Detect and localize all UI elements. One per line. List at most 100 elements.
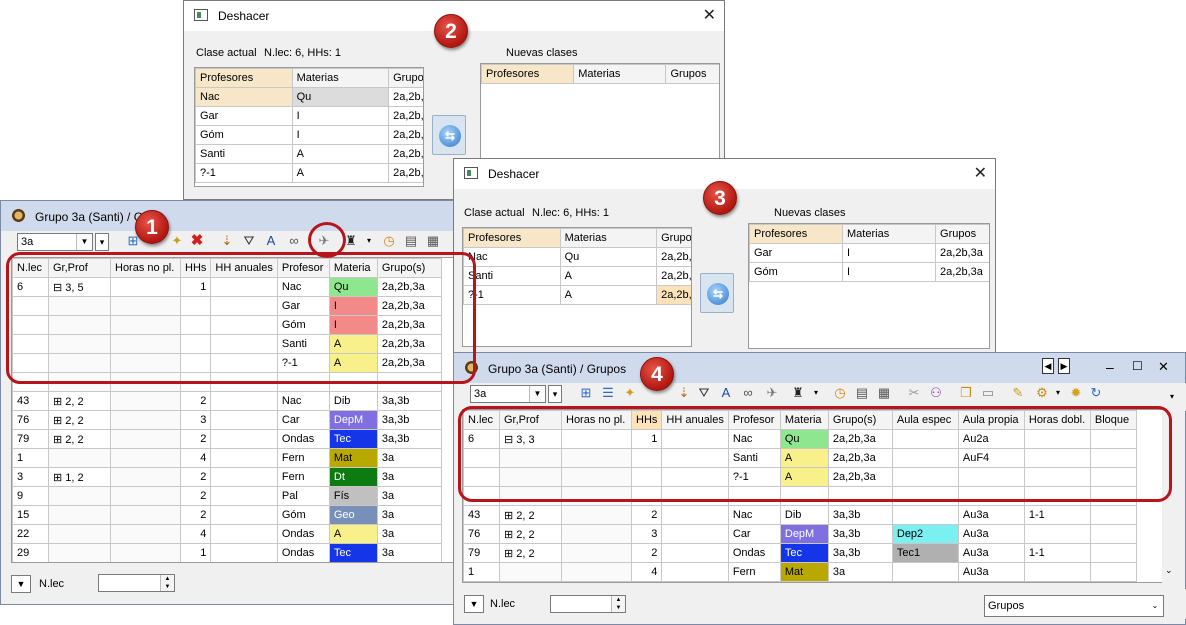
gear-icon[interactable]: ✹ xyxy=(1068,385,1084,401)
class-combo[interactable]: 3a ▼ xyxy=(17,233,93,251)
table-row[interactable]: GómI2a,2b,3 xyxy=(195,125,423,145)
chevron-down-icon[interactable]: ▼ xyxy=(529,386,545,402)
settings-icon[interactable]: ⚙ xyxy=(1034,385,1050,401)
link-icon[interactable]: ∞ xyxy=(286,233,302,249)
spinner-icon[interactable]: ▲ ▼ xyxy=(160,575,174,591)
split-rocket-icon[interactable]: ✈ xyxy=(764,385,780,401)
table-row[interactable]: 43 ⊞ 2, 2 2 Nac Dib 3a,3b Au3a 1-1 xyxy=(463,505,1137,525)
chevron-down-icon[interactable]: ⌄ xyxy=(1147,596,1163,616)
table-row[interactable]: 79 ⊞ 2, 2 2 Ondas Tec 3a,3b xyxy=(12,429,442,449)
sort-dropdown[interactable]: ▼ xyxy=(464,595,484,613)
maximize-icon[interactable]: ☐ xyxy=(1132,359,1143,373)
new-lesson-icon[interactable]: ⊞ xyxy=(578,385,594,401)
table-row[interactable]: NacQu2a,2b,3 xyxy=(463,247,691,267)
copy-icon[interactable]: ❐ xyxy=(958,385,974,401)
column-header[interactable]: Profesores xyxy=(195,68,293,88)
new-classes-grid[interactable]: Profesores Materias Grupos xyxy=(480,63,720,159)
refresh-icon[interactable]: ↻ xyxy=(1088,385,1104,401)
filter-dropdown[interactable]: ▾ xyxy=(95,233,109,251)
table-row[interactable]: 22 4 Ondas A 3a xyxy=(12,524,442,544)
table-row[interactable]: ?-1A2a,2b,3 xyxy=(463,285,691,305)
grid-settings-icon[interactable]: ▦ xyxy=(425,233,441,249)
table-row[interactable]: 43 ⊞ 2, 2 2 Nac Dib 3a,3b xyxy=(12,391,442,411)
list-icon[interactable]: ☰ xyxy=(600,385,616,401)
swap-button[interactable]: ⇆ xyxy=(700,273,734,313)
table-cell xyxy=(210,505,278,525)
link-icon[interactable]: ∞ xyxy=(740,385,756,401)
new-icon[interactable]: ✦ xyxy=(169,233,185,249)
close-icon[interactable]: ✕ xyxy=(703,5,716,25)
lesson-number-input[interactable]: ▲ ▼ xyxy=(550,595,626,613)
lesson-number-input[interactable]: ▲ ▼ xyxy=(98,574,175,592)
chevron-down-icon[interactable]: ▾ xyxy=(1164,389,1180,405)
delete-icon[interactable]: ✖ xyxy=(189,233,205,249)
table-row[interactable]: 1 4 Fern Mat 3a xyxy=(12,448,442,468)
table-row[interactable]: 9 2 Pal Fís 3a xyxy=(12,486,442,506)
chevron-down-icon[interactable]: ▾ xyxy=(808,385,824,401)
screen-icon[interactable]: ▭ xyxy=(980,385,996,401)
column-header[interactable]: Grupos xyxy=(388,68,423,88)
table-row[interactable]: Gar I 2a,2b,3a xyxy=(749,243,989,263)
column-header[interactable]: Materias xyxy=(573,64,667,84)
filter-icon[interactable]: ⛛ xyxy=(241,233,257,249)
column-header[interactable]: Grupos xyxy=(935,224,989,244)
column-header[interactable]: Profesores xyxy=(749,224,844,244)
table-row[interactable]: SantiA2a,2b,3 xyxy=(463,266,691,286)
brush-icon[interactable]: ✎ xyxy=(1010,385,1026,401)
table-row[interactable]: 1 4 Fern Mat 3a Au3a xyxy=(463,562,1137,582)
subject-cell: DepM xyxy=(328,410,378,430)
spinner-icon[interactable]: ▲ ▼ xyxy=(611,596,625,612)
filter-dropdown[interactable]: ▾ xyxy=(548,385,562,403)
column-header[interactable]: Grupos xyxy=(665,64,719,84)
column-header[interactable]: Profesores xyxy=(481,64,575,84)
calendar-icon[interactable]: ▤ xyxy=(854,385,870,401)
chevron-down-icon[interactable]: ⌄ xyxy=(1165,565,1173,576)
table-cell: I xyxy=(291,106,390,126)
table-row[interactable]: ?-1A2a,2b,3 xyxy=(195,163,423,183)
chevron-down-icon[interactable]: ▼ xyxy=(76,234,92,250)
graduation-cap-icon[interactable]: ♜ xyxy=(790,385,806,401)
column-header[interactable]: Materias xyxy=(842,224,937,244)
column-header[interactable]: Profesores xyxy=(463,228,561,248)
minimize-icon[interactable]: – xyxy=(1106,359,1114,375)
table-row[interactable]: 76 ⊞ 2, 2 3 Car DepM 3a,3b Dep2 Au3a xyxy=(463,524,1137,544)
class-combo[interactable]: 3a ▼ xyxy=(470,385,546,403)
text-sort-icon[interactable]: A xyxy=(718,385,734,401)
column-header[interactable]: Materias xyxy=(291,68,390,88)
table-row[interactable]: 76 ⊞ 2, 2 3 Car DepM 3a,3b xyxy=(12,410,442,430)
view-select[interactable]: Grupos ⌄ xyxy=(984,595,1164,617)
table-row[interactable]: SantiA2a,2b,3 xyxy=(195,144,423,164)
clock-icon[interactable]: ◷ xyxy=(381,233,397,249)
column-header[interactable]: Materias xyxy=(559,228,658,248)
calendar-icon[interactable]: ▤ xyxy=(403,233,419,249)
sort-icon[interactable]: ⇣ xyxy=(676,385,692,401)
chevron-down-icon[interactable]: ▾ xyxy=(361,233,377,249)
chevron-down-icon[interactable]: ▾ xyxy=(1050,385,1066,401)
swap-button[interactable]: ⇆ xyxy=(432,115,466,155)
table-row[interactable]: 15 2 Góm Geo 3a xyxy=(12,505,442,525)
sort-icon[interactable]: ⇣ xyxy=(219,233,235,249)
sort-dropdown[interactable]: ▼ xyxy=(11,575,31,593)
column-header[interactable]: Grupos xyxy=(656,228,691,248)
previous-arrow-icon[interactable]: ◀ xyxy=(1042,358,1054,374)
people-icon[interactable]: ⚇ xyxy=(928,385,944,401)
filter-icon[interactable]: ⛛ xyxy=(696,385,712,401)
new-classes-grid[interactable]: Profesores Materias Grupos Gar I 2a,2b,3a Góm I… xyxy=(748,223,990,349)
text-sort-icon[interactable]: A xyxy=(263,233,279,249)
tools-icon[interactable]: ✂ xyxy=(906,385,922,401)
next-arrow-icon[interactable]: ▶ xyxy=(1058,358,1070,374)
clock-icon[interactable]: ◷ xyxy=(832,385,848,401)
current-class-grid[interactable]: ProfesoresMateriasGruposNacQu2a,2b,3GarI… xyxy=(194,67,424,187)
table-row[interactable]: 79 ⊞ 2, 2 2 Ondas Tec 3a,3b Tec1 Au3a 1-1 xyxy=(463,543,1137,563)
table-cell xyxy=(561,562,632,582)
table-row[interactable]: Góm I 2a,2b,3a xyxy=(749,262,989,282)
close-icon[interactable]: ✕ xyxy=(1158,359,1169,375)
table-row[interactable]: GarI2a,2b,3 xyxy=(195,106,423,126)
table-row[interactable]: 3 ⊞ 1, 2 2 Fern Dt 3a xyxy=(12,467,442,487)
table-row[interactable]: NacQu2a,2b,3 xyxy=(195,87,423,107)
new-icon[interactable]: ✦ xyxy=(622,385,638,401)
grid-settings-icon[interactable]: ▦ xyxy=(876,385,892,401)
close-icon[interactable]: ✕ xyxy=(974,163,987,183)
table-row[interactable]: 29 1 Ondas Tec 3a xyxy=(12,543,442,562)
current-class-grid[interactable]: ProfesoresMateriasGruposNacQu2a,2b,3Sant… xyxy=(462,227,692,347)
